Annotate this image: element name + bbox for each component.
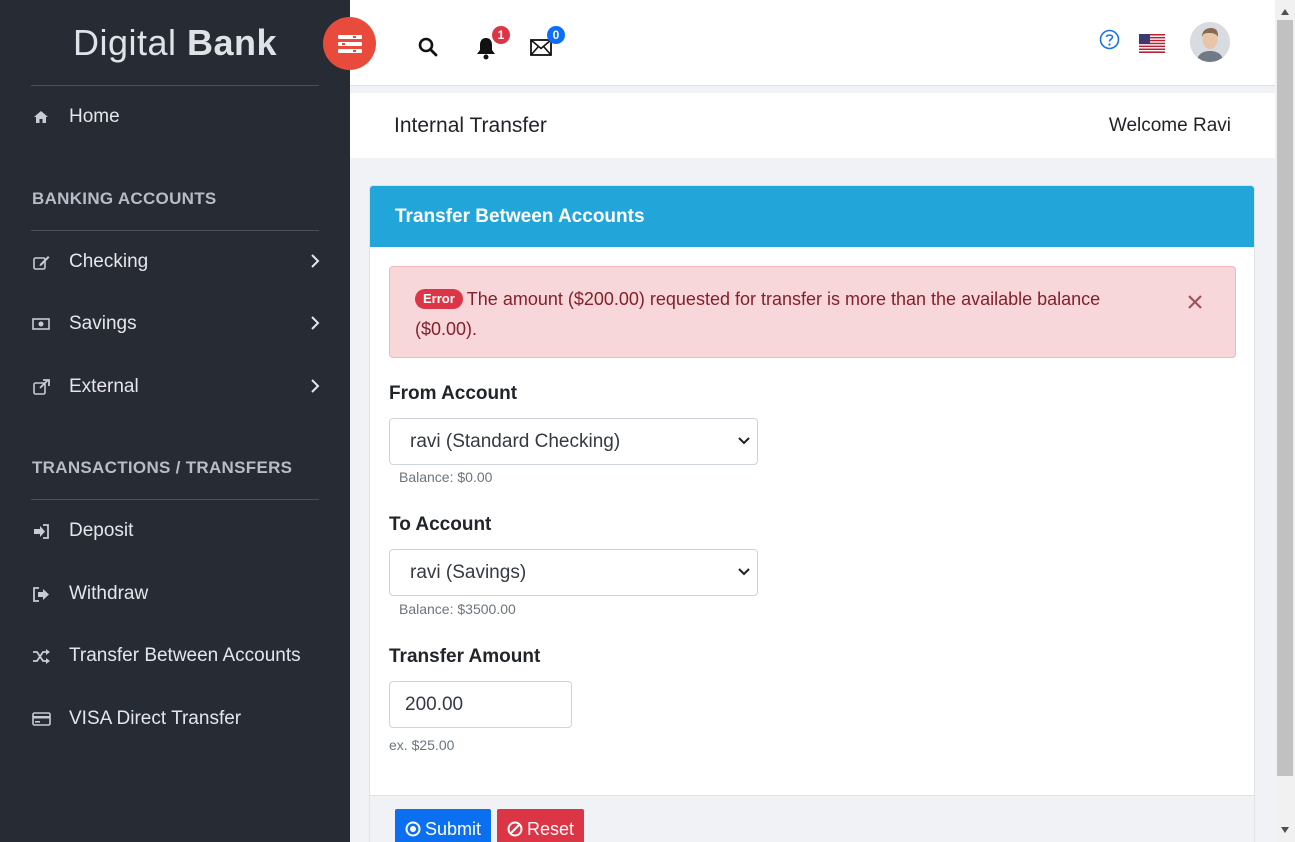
scroll-up-arrow[interactable] [1275,4,1295,20]
card-header: Transfer Between Accounts [370,186,1254,247]
error-badge: Error [415,289,463,309]
card-title: Transfer Between Accounts [395,206,645,227]
sidebar-item-label: Savings [69,313,137,334]
error-alert: Error The amount ($200.00) requested for … [389,266,1236,358]
card-footer: Submit Reset [370,795,1254,842]
sidebar-divider [31,499,319,500]
from-balance-text: Balance: $0.00 [399,469,493,485]
credit-card-icon [31,712,51,726]
sidebar-heading-transactions: TRANSACTIONS / TRANSFERS [32,458,293,477]
sidebar-item-withdraw[interactable]: Withdraw [0,574,350,614]
sidebar-item-checking[interactable]: Checking [0,242,350,282]
to-account-select[interactable]: ravi (Savings) [389,549,758,596]
welcome-text: Welcome Ravi [1108,115,1231,136]
sidebar-item-label: Transfer Between Accounts [69,645,301,666]
sidebar-item-label: Home [69,106,120,127]
chevron-down-icon [738,437,750,445]
brand-logo[interactable]: Digital Bank [0,22,350,64]
transfer-amount-value: 200.00 [405,693,464,715]
sidebar-item-external[interactable]: External [0,367,350,407]
from-account-label: From Account [389,383,518,404]
scroll-down-arrow[interactable] [1275,822,1295,838]
sidebar-divider [31,85,319,86]
external-link-icon [31,379,51,395]
chevron-down-icon [738,568,750,576]
sidebar-item-transfer[interactable]: Transfer Between Accounts [0,636,350,676]
sidebar-item-label: Checking [69,251,149,272]
sidebar-heading-banking: BANKING ACCOUNTS [32,189,217,208]
brand-bold: Bank [187,22,278,63]
reset-button[interactable]: Reset [497,809,585,842]
user-avatar[interactable] [1190,22,1230,62]
sidebar-item-label: Deposit [69,520,134,541]
error-message: The amount ($200.00) requested for trans… [415,289,1101,339]
money-icon [31,318,51,330]
reset-label: Reset [527,818,575,839]
home-icon [31,110,51,124]
notification-badge: 1 [492,26,510,44]
shuffle-icon [31,648,51,664]
submit-button[interactable]: Submit [395,809,492,842]
chevron-right-icon [311,379,320,393]
close-icon[interactable] [1187,289,1207,309]
sign-in-icon [31,523,51,539]
to-account-value: ravi (Savings) [410,561,527,583]
menu-icon [337,34,362,53]
sidebar-item-savings[interactable]: Savings [0,304,350,344]
page-title: Internal Transfer [394,114,547,137]
help-icon[interactable] [1098,28,1120,50]
to-balance-text: Balance: $3500.00 [399,601,516,617]
sidebar-item-label: External [69,376,139,397]
transfer-card: Transfer Between Accounts Error The amoun… [369,185,1255,842]
sign-out-icon [31,586,51,602]
sidebar-divider [31,230,319,231]
transfer-amount-input[interactable]: 200.00 [389,681,572,728]
dot-circle-icon [405,821,421,837]
amount-hint-text: ex. $25.00 [389,737,455,753]
from-account-select[interactable]: ravi (Standard Checking) [389,418,758,465]
to-account-label: To Account [389,514,492,535]
sidebar-item-deposit[interactable]: Deposit [0,511,350,551]
submit-label: Submit [425,818,482,839]
chevron-right-icon [311,316,320,330]
edit-icon [31,255,51,270]
sidebar-item-visa[interactable]: VISA Direct Transfer [0,699,350,739]
menu-toggle-button[interactable] [323,17,376,70]
sidebar-item-home[interactable]: Home [0,97,350,137]
brand-light: Digital [72,22,177,63]
message-badge: 0 [547,26,565,44]
sidebar: Digital Bank Home BANKING ACCOUNTS Check… [0,0,350,842]
sidebar-item-label: VISA Direct Transfer [69,708,242,729]
transfer-amount-label: Transfer Amount [389,646,541,667]
chevron-right-icon [311,254,320,268]
sidebar-item-label: Withdraw [69,583,149,604]
from-account-value: ravi (Standard Checking) [410,430,621,452]
ban-icon [507,821,523,837]
us-flag-icon[interactable] [1139,33,1165,53]
search-icon[interactable] [417,36,439,58]
scrollbar-thumb[interactable] [1277,20,1293,776]
page-header: Internal Transfer Welcome Ravi [350,93,1275,158]
